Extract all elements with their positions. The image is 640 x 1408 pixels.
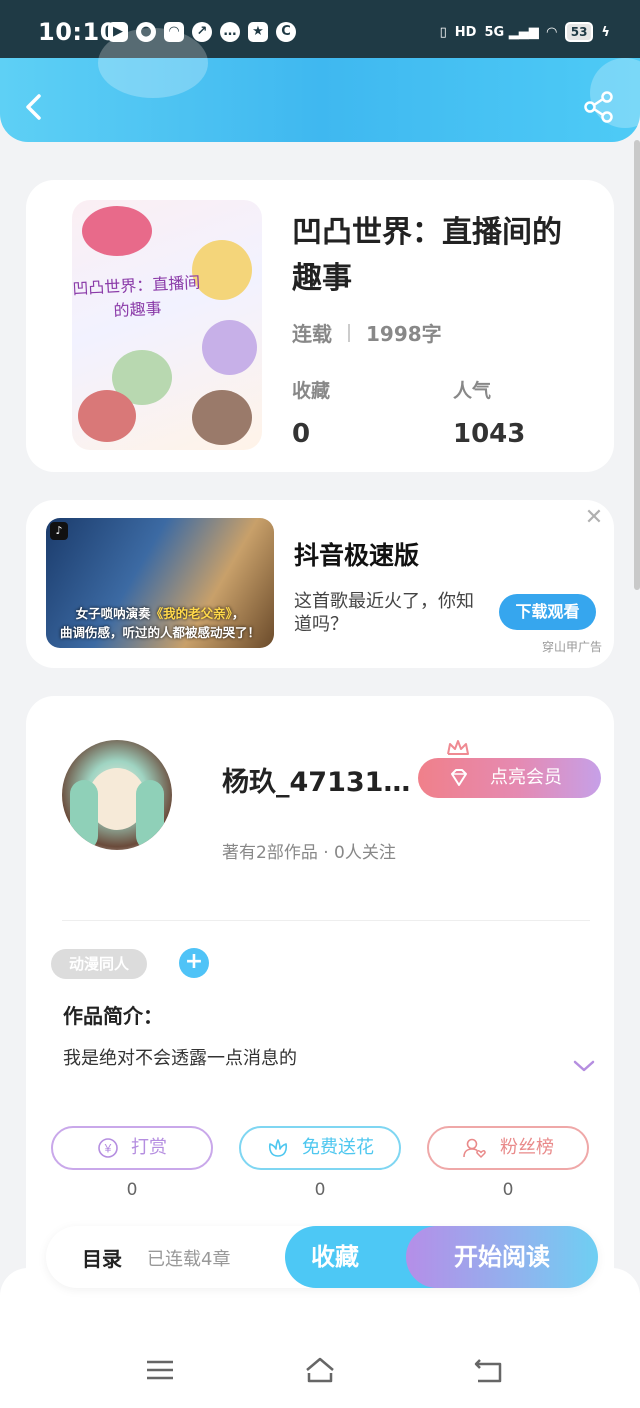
ad-image-caption: 女子唢呐演奏《我的老父亲》， 曲调伤感，听过的人都被感动哭了！ (59, 606, 260, 640)
back-icon[interactable] (20, 92, 50, 122)
ad-source-label: 穿山甲广告 (542, 640, 603, 654)
favorites-stat: 收藏 0 (292, 376, 330, 449)
signal-icon: 5G ▂▄▆ (484, 24, 539, 40)
favorites-value: 0 (292, 419, 311, 449)
genre-tag[interactable]: 动漫同人 (51, 949, 147, 979)
author-stats: 著有2部作品 · 0人关注 (222, 843, 396, 863)
cover-title-text: 凹凸世界：直播间的趣事 (72, 272, 201, 321)
yen-coin-icon: ¥ (98, 1138, 118, 1158)
wifi-icon: ◠ (546, 24, 557, 40)
page-header (0, 28, 640, 142)
start-reading-button[interactable]: 开始阅读 (406, 1226, 598, 1288)
book-word-count: 1998字 (366, 322, 442, 346)
favorites-label: 收藏 (292, 380, 331, 402)
menu-icon[interactable] (144, 1354, 176, 1386)
home-icon[interactable] (304, 1354, 336, 1386)
vibrate-icon: ▯ (439, 24, 447, 40)
send-flower-button[interactable]: 免费送花 (239, 1126, 401, 1170)
divider (62, 920, 590, 921)
close-icon[interactable]: ✕ (584, 507, 604, 529)
chapter-count-label: 已连载4章 (147, 1249, 231, 1270)
back-nav-icon[interactable] (472, 1354, 504, 1386)
douyin-logo-icon: ♪ (50, 522, 68, 540)
ad-description: 这首歌最近火了，你知道吗？ (294, 591, 474, 635)
hd-icon: HD (454, 24, 477, 40)
tip-label: 打赏 (131, 1137, 167, 1158)
cover-art (82, 206, 152, 256)
system-icons: ▯ HD 5G ▂▄▆ ◠ 53 ϟ (440, 22, 610, 42)
author-name[interactable]: 杨玖_47131… (222, 760, 412, 799)
crown-icon (447, 740, 469, 755)
book-cover[interactable]: 凹凸世界：直播间的趣事 (72, 200, 262, 450)
status-time: 10:10 (38, 18, 117, 46)
flower-icon (268, 1139, 288, 1157)
diamond-icon (451, 769, 467, 786)
avatar[interactable] (62, 740, 172, 850)
ad-image[interactable]: ♪ 女子唢呐演奏《我的老父亲》， 曲调伤感，听过的人都被感动哭了！ (46, 518, 274, 648)
flower-count: 0 (314, 1180, 326, 1200)
game-app-icon: ★ (248, 22, 268, 42)
vip-button[interactable]: 点亮会员 (418, 758, 601, 798)
ad-app-name: 抖音极速版 (294, 541, 420, 570)
scrollbar[interactable] (634, 140, 640, 590)
fan-ranking-label: 粉丝榜 (500, 1137, 554, 1158)
charging-icon: ϟ (601, 24, 610, 40)
battery-icon: 53 (564, 22, 594, 42)
ad-download-button[interactable]: 下载观看 (499, 594, 596, 630)
add-tag-icon[interactable]: + (179, 948, 209, 978)
sync-app-icon: C (276, 22, 296, 42)
book-title: 凹凸世界：直播间的趣事 (292, 215, 562, 296)
toc-button[interactable]: 目录 (82, 1243, 122, 1272)
vip-label: 点亮会员 (490, 767, 562, 788)
svg-text:¥: ¥ (104, 1142, 112, 1156)
tip-count: 0 (126, 1180, 138, 1200)
send-flower-label: 免费送花 (302, 1137, 374, 1158)
avatar-hair (70, 780, 98, 850)
book-meta: 连载 1998字 (292, 318, 442, 347)
system-nav-bar (0, 1268, 640, 1408)
intro-text: 我是绝对不会透露一点消息的 (63, 1048, 297, 1069)
popularity-label: 人气 (453, 380, 492, 402)
chevron-down-icon[interactable] (572, 1058, 596, 1074)
cover-art (78, 390, 136, 442)
intro-title: 作品简介： (63, 1004, 163, 1028)
popularity-stat: 人气 1043 (453, 376, 525, 449)
status-bar: 10:10 ▶ ● ◠ ↗ … ★ C ▯ HD 5G ▂▄▆ ◠ 53 ϟ (0, 0, 640, 58)
avatar-hair (136, 780, 164, 850)
meta-divider (348, 323, 350, 342)
chat-bubble-icon: … (220, 22, 240, 42)
book-status: 连载 (292, 322, 332, 346)
fan-ranking-count: 0 (502, 1180, 514, 1200)
user-heart-icon (463, 1138, 486, 1158)
share-icon[interactable] (582, 90, 616, 124)
popularity-value: 1043 (453, 419, 526, 449)
tip-button[interactable]: ¥ 打赏 (51, 1126, 213, 1170)
cover-art (202, 320, 257, 375)
header-decor-bubble (98, 28, 208, 98)
fan-ranking-button[interactable]: 粉丝榜 (427, 1126, 589, 1170)
cover-art (192, 390, 252, 445)
compass-app-icon: ↗ (192, 22, 212, 42)
